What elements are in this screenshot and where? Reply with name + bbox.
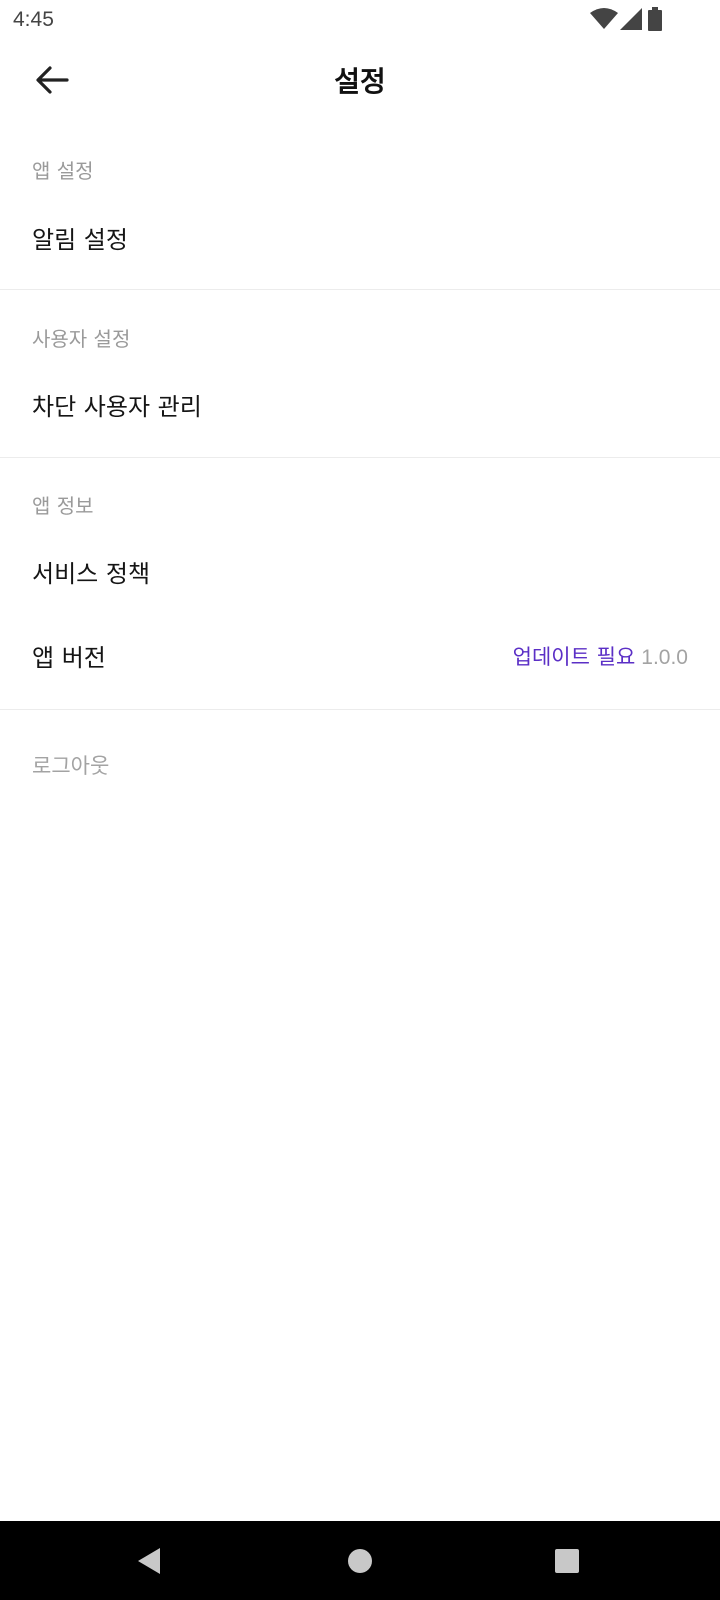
settings-row-app-version[interactable]: 앱 버전 업데이트 필요 1.0.0 <box>0 624 720 688</box>
section-header-app-info: 앱 정보 <box>32 494 94 518</box>
recents-square-icon <box>555 1549 579 1573</box>
system-nav-bar <box>0 1521 720 1600</box>
logout-button[interactable]: 로그아웃 <box>32 750 109 780</box>
signal-icon <box>620 8 642 30</box>
status-bar: 4:45 <box>0 0 720 40</box>
row-label: 알림 설정 <box>32 226 128 254</box>
settings-row-notifications[interactable]: 알림 설정 <box>0 206 720 270</box>
section-header-app-settings: 앱 설정 <box>32 159 94 183</box>
nav-back-button[interactable] <box>127 1539 171 1583</box>
divider <box>0 457 720 458</box>
divider <box>0 709 720 710</box>
settings-row-service-policy[interactable]: 서비스 정책 <box>0 540 720 604</box>
row-label: 차단 사용자 관리 <box>32 393 202 421</box>
page-title: 설정 <box>334 65 386 98</box>
settings-row-blocked-users[interactable]: 차단 사용자 관리 <box>0 373 720 437</box>
version-info: 업데이트 필요 1.0.0 <box>513 641 688 671</box>
update-required-label[interactable]: 업데이트 필요 <box>513 645 636 669</box>
status-icons <box>590 7 694 31</box>
home-circle-icon <box>348 1549 372 1573</box>
app-version-number: 1.0.0 <box>641 646 688 669</box>
battery-icon <box>648 7 662 31</box>
status-time: 4:45 <box>13 8 54 31</box>
wifi-icon <box>590 8 618 29</box>
row-label: 서비스 정책 <box>32 560 151 588</box>
nav-recents-button[interactable] <box>545 1539 589 1583</box>
nav-home-button[interactable] <box>338 1539 382 1583</box>
divider <box>0 289 720 290</box>
row-label: 앱 버전 <box>32 644 106 672</box>
back-triangle-icon <box>138 1548 160 1574</box>
section-header-user-settings: 사용자 설정 <box>32 327 131 351</box>
app-bar: 설정 <box>0 40 720 120</box>
